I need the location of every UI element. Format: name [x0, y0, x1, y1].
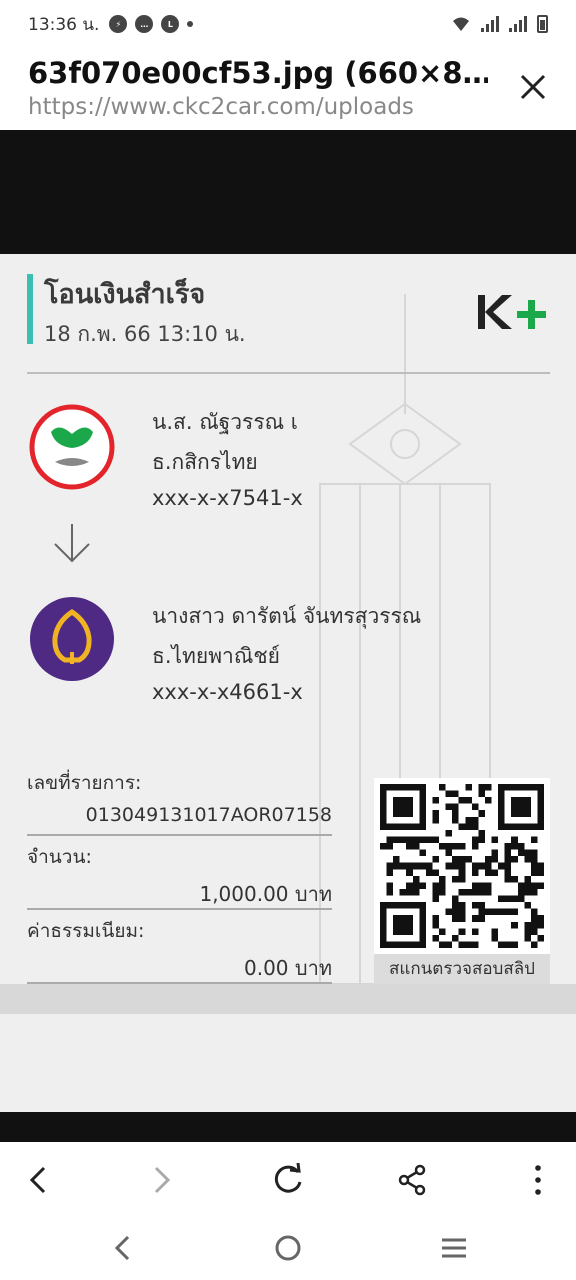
fee-value: 0.00 บาท — [244, 956, 332, 980]
qr-caption: สแกนตรวจสอบสลิป — [374, 954, 550, 984]
reload-icon[interactable] — [268, 1160, 308, 1200]
signal-icon — [481, 16, 499, 32]
sender-bank: ธ.กสิกรไทย — [152, 450, 258, 474]
page-title: 63f070e00cf53.jpg (660×8… — [28, 56, 488, 90]
close-icon[interactable] — [516, 70, 550, 104]
nav-back-icon[interactable] — [104, 1230, 140, 1266]
battery-icon — [537, 15, 548, 33]
qr-code — [380, 784, 544, 948]
sender-name: น.ส. ณัฐวรรณ เ — [152, 410, 298, 434]
line-icon: L — [161, 15, 180, 33]
nav-home-icon[interactable] — [270, 1230, 306, 1266]
page-url[interactable]: https://www.ckc2car.com/uploads — [28, 94, 414, 120]
forward-icon[interactable] — [142, 1160, 182, 1200]
amount-value: 1,000.00 บาท — [199, 882, 332, 906]
browser-toolbar — [0, 1142, 576, 1216]
viewer-header: 63f070e00cf53.jpg (660×8… https://www.ck… — [0, 48, 576, 130]
back-icon[interactable] — [18, 1160, 58, 1200]
divider — [27, 908, 332, 910]
messenger-icon: ⚡ — [109, 15, 128, 33]
transfer-slip-image: โอนเงินสำเร็จ 18 ก.พ. 66 13:10 น. น.ส. ณ… — [0, 254, 576, 1112]
amount-label: จำนวน: — [27, 846, 92, 868]
wifi-icon — [453, 17, 469, 31]
slip-footer-band — [0, 984, 576, 1014]
more-notifications-icon — [187, 21, 194, 27]
signal-icon — [509, 16, 527, 32]
arrow-down-icon — [54, 524, 90, 563]
share-icon[interactable] — [392, 1160, 432, 1200]
slip-title: โอนเงินสำเร็จ — [44, 279, 206, 310]
chat-icon: … — [135, 15, 154, 33]
system-icons — [451, 15, 548, 33]
scb-logo-icon — [30, 597, 114, 681]
status-time: 13:36 น. — [28, 14, 100, 35]
kplus-logo — [478, 295, 546, 329]
sender-account: xxx-x-x7541-x — [152, 486, 303, 510]
status-bar: 13:36 น. ⚡ … L — [0, 0, 576, 48]
more-options-icon[interactable] — [518, 1160, 558, 1200]
slip-datetime: 18 ก.พ. 66 13:10 น. — [44, 322, 246, 346]
reference-value: 013049131017AOR07158 — [85, 804, 332, 826]
notification-icons: ⚡ … L — [109, 15, 194, 33]
image-viewer[interactable]: โอนเงินสำเร็จ 18 ก.พ. 66 13:10 น. น.ส. ณ… — [0, 130, 576, 1142]
fee-label: ค่าธรรมเนียม: — [27, 920, 145, 942]
receiver-name: นางสาว ดารัตน์ จันทรสุวรรณ — [152, 604, 422, 628]
nav-recents-icon[interactable] — [436, 1230, 472, 1266]
receiver-account: xxx-x-x4661-x — [152, 680, 303, 704]
kbank-logo-icon — [29, 404, 115, 490]
reference-label: เลขที่รายการ: — [27, 772, 142, 794]
divider — [27, 834, 332, 836]
receiver-bank: ธ.ไทยพาณิชย์ — [152, 644, 280, 668]
divider — [27, 372, 550, 374]
accent-bar — [27, 274, 33, 344]
system-nav-bar — [0, 1216, 576, 1280]
